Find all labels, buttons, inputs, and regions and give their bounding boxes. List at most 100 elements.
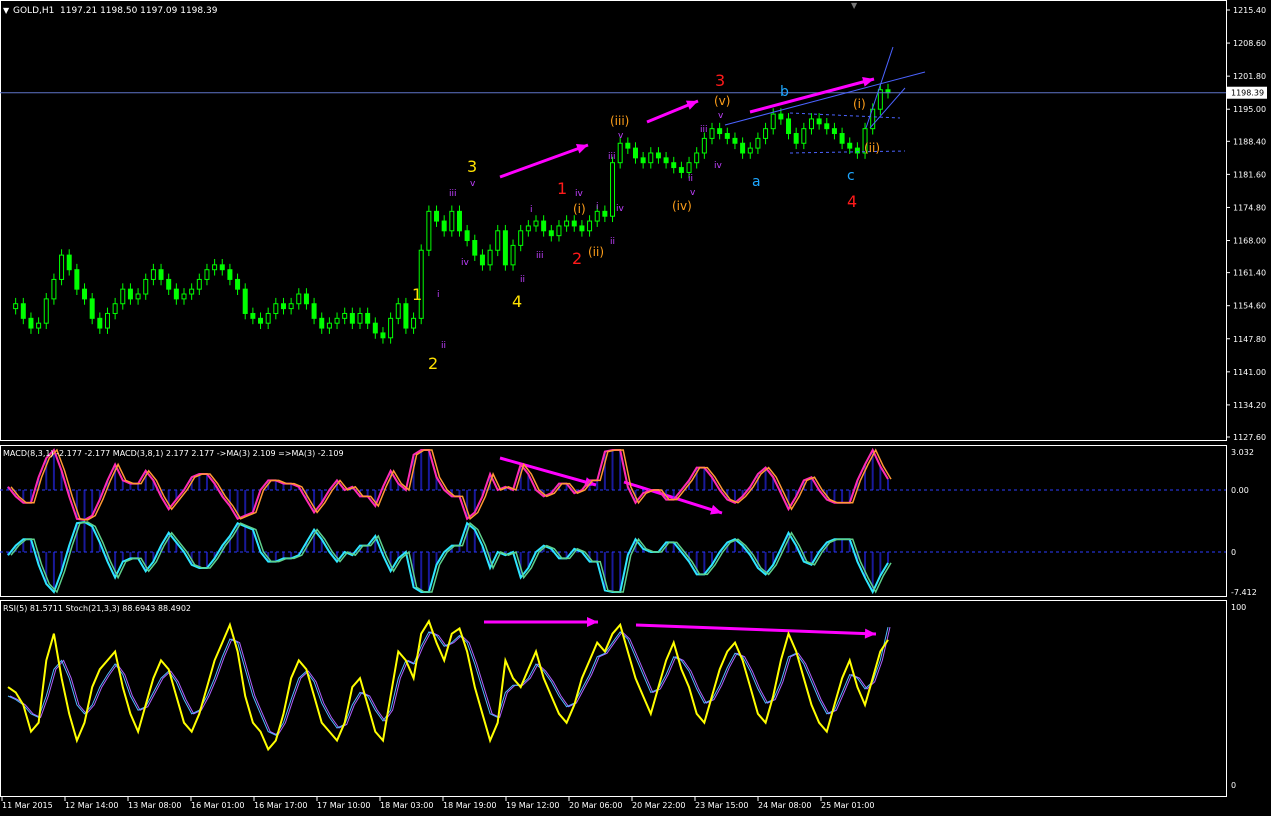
- candle-body: [189, 288, 195, 295]
- price-arrow: [499, 143, 589, 179]
- candle-body: [36, 322, 42, 329]
- candle-body: [610, 162, 616, 217]
- macd-line-slow: [7, 520, 889, 595]
- candle-body: [411, 317, 417, 329]
- candle-body: [143, 278, 149, 295]
- candle-body: [824, 123, 830, 130]
- candle-body: [617, 142, 623, 164]
- candle-body: [640, 157, 646, 164]
- candle-body: [158, 269, 164, 280]
- candle-body: [487, 249, 493, 266]
- wave-label: iv: [461, 258, 470, 268]
- candle-body: [747, 147, 753, 154]
- wave-label: ii: [610, 237, 615, 247]
- candle-body: [587, 220, 593, 232]
- candle-body: [82, 288, 88, 300]
- macd-axis-tick-label: 0.00: [1231, 486, 1249, 495]
- wave-label: iv: [616, 204, 625, 214]
- axes: 1215.40 1208.60 1201.80 1195.00 1188.40 1181.…: [1, 6, 1267, 810]
- price-axis-tick-label: 1147.80: [1233, 335, 1266, 344]
- chart-canvas[interactable]: 12341234abc(i)(ii)(iii)(iv)(v) (i)(ii)iii…: [0, 0, 1271, 816]
- candle-body: [319, 317, 325, 329]
- candle-body: [533, 220, 539, 227]
- wave-label: v: [690, 188, 696, 198]
- channel-dashed-upper: [789, 112, 901, 119]
- candle-body: [242, 288, 248, 314]
- mt4-chart-window[interactable]: 1 2 3 4 1 2 3 4 a b c (i) (ii) (iii) (iv) (v) (i) (ii) i ii…: [0, 0, 1271, 816]
- time-axis-tick-label: 16 Mar 17:00: [254, 801, 307, 810]
- candle-body: [20, 303, 26, 319]
- wave-label: ii: [441, 341, 446, 351]
- candle-body: [449, 210, 455, 232]
- candle-body: [166, 278, 172, 290]
- symbol-label: GOLD,H1: [13, 6, 54, 16]
- candle-body: [59, 254, 65, 280]
- rsi-title: RSI(5) 81.5711 Stoch(21,3,3) 88.6943 88.…: [3, 604, 191, 613]
- wave-label: i: [437, 290, 440, 300]
- macd-panel[interactable]: [0, 447, 1226, 595]
- time-axis-tick-label: 18 Mar 03:00: [380, 801, 433, 810]
- candle-body: [403, 303, 409, 329]
- time-axis-tick-label: 16 Mar 01:00: [191, 801, 244, 810]
- scroll-marker-icon[interactable]: ▼: [851, 1, 858, 10]
- trendline-upper: [724, 71, 926, 126]
- candle-body: [671, 162, 677, 169]
- candle-body: [778, 113, 784, 120]
- rsi-arrow: [635, 623, 877, 636]
- candle-body: [548, 230, 554, 237]
- chart-menu-arrow-icon[interactable]: ▼: [3, 6, 10, 15]
- candle-body: [472, 240, 478, 256]
- wave-label: i: [530, 205, 533, 215]
- candle-body: [43, 298, 49, 324]
- candle-body: [464, 230, 470, 242]
- price-axis-tick-label: 1174.80: [1233, 203, 1266, 212]
- wave-label: ii: [688, 174, 693, 184]
- candle-body: [342, 312, 348, 319]
- candle-body: [594, 210, 600, 222]
- candle-body: [556, 225, 562, 237]
- candle-body: [273, 303, 279, 314]
- candle-body: [104, 312, 110, 329]
- price-axis-tick-label: 1195.00: [1233, 105, 1266, 114]
- wave-label: (v): [714, 94, 730, 108]
- candle-body: [755, 137, 761, 149]
- candle-body: [380, 332, 386, 339]
- candle-body: [74, 269, 80, 290]
- candle-body: [303, 293, 309, 305]
- candle-body: [135, 293, 141, 300]
- candle-body: [701, 137, 707, 154]
- time-axis-tick-label: 11 Mar 2015: [2, 801, 53, 810]
- wave-label: (ii): [864, 141, 880, 155]
- macd-axis-tick-label: -7.412: [1231, 588, 1257, 597]
- candle-body: [227, 269, 233, 280]
- wave-label: iii: [700, 125, 708, 135]
- price-panel[interactable]: 12341234abc(i)(ii)(iii)(iv)(v) (i)(ii)iii…: [0, 46, 1226, 373]
- price-axis-tick-label: 1188.40: [1233, 137, 1266, 146]
- wave-label: b: [780, 84, 789, 100]
- candle-body: [13, 303, 19, 310]
- wave-label: iii: [536, 251, 544, 261]
- macd-arrow: [499, 456, 597, 487]
- candle-body: [541, 220, 547, 232]
- price-axis-tick-label: 1127.60: [1233, 433, 1266, 442]
- candle-body: [694, 152, 700, 164]
- wave-label: 3: [715, 71, 725, 90]
- candle-body: [808, 118, 814, 130]
- candle-body: [831, 128, 837, 135]
- candle-body: [334, 317, 340, 324]
- wave-label: iii: [449, 189, 457, 199]
- rsi-panel[interactable]: [7, 617, 891, 752]
- time-axis-tick-label: 23 Mar 15:00: [695, 801, 748, 810]
- wave-label: (ii): [588, 245, 604, 259]
- time-axis-tick-label: 20 Mar 22:00: [632, 801, 685, 810]
- time-axis-tick-label: 18 Mar 19:00: [443, 801, 496, 810]
- candle-body: [456, 210, 462, 232]
- time-axis-tick-label: 24 Mar 08:00: [758, 801, 811, 810]
- candle-body: [173, 288, 179, 300]
- candle-body: [502, 230, 508, 266]
- candle-body: [663, 157, 669, 164]
- candle-body: [564, 220, 570, 227]
- rsi-axis-tick-label: 100: [1231, 603, 1246, 612]
- macd-axis-tick-label: 3.032: [1231, 448, 1254, 457]
- time-axis-tick-label: 13 Mar 08:00: [128, 801, 181, 810]
